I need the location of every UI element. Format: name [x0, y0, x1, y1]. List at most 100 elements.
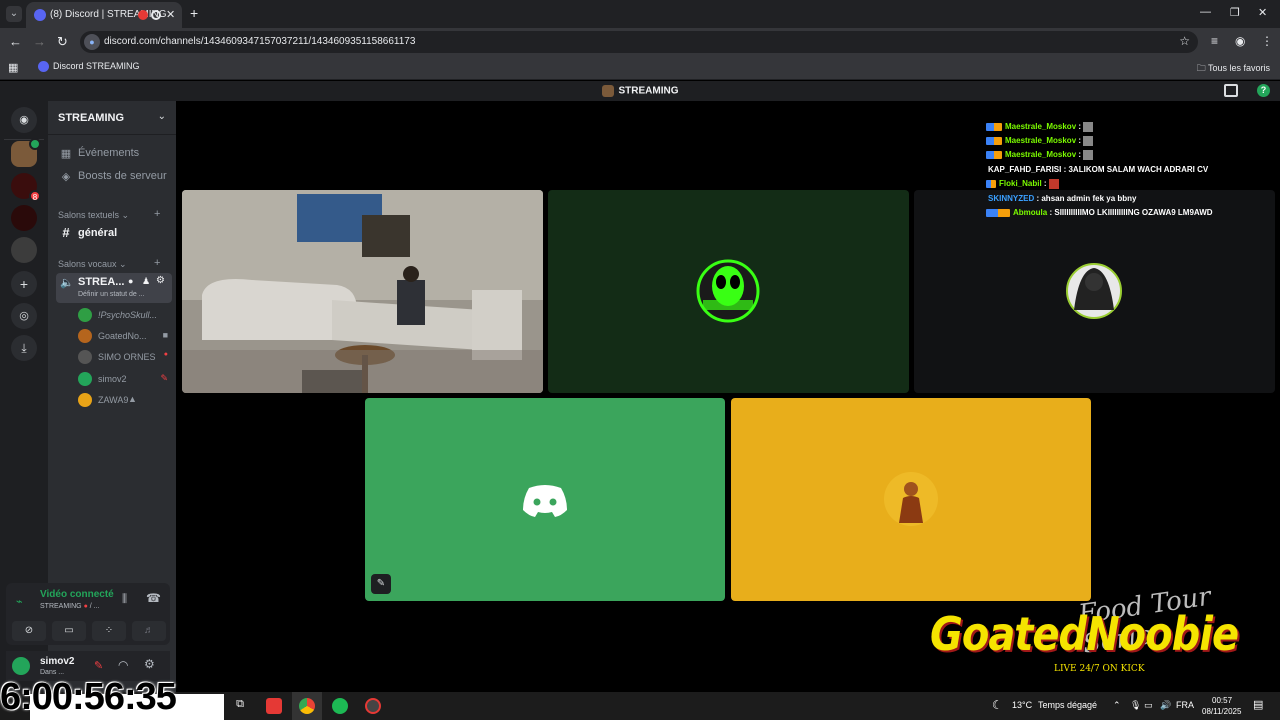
voice-connected-sub[interactable]: STREAMING ● / ...: [40, 603, 100, 610]
reload-icon[interactable]: ↻: [57, 34, 68, 50]
video-tile-alien-avatar[interactable]: [548, 190, 909, 393]
browser-tab[interactable]: (8) Discord | STREAMING ✕: [26, 2, 182, 28]
site-info-icon[interactable]: ●: [84, 34, 100, 50]
camera-off-button[interactable]: ⊘: [12, 621, 46, 641]
download-icon[interactable]: ⤓: [11, 335, 37, 361]
voice-user[interactable]: !PsychoSkull...: [76, 306, 172, 326]
channel-general[interactable]: # général: [56, 224, 172, 244]
speaker-icon: 🔈: [60, 277, 74, 289]
apps-grid-icon[interactable]: ▦: [8, 61, 18, 74]
voice-user[interactable]: ZAWA9 ▲: [76, 391, 172, 411]
chat-username: Floki_Nabil: [999, 179, 1042, 189]
voice-status-text[interactable]: Définir un statut de ...: [78, 291, 145, 298]
bookmark-discord-streaming[interactable]: Discord STREAMING: [38, 61, 140, 73]
signal-icon[interactable]: ⌁: [16, 595, 23, 608]
activities-button[interactable]: ⁘: [92, 621, 126, 641]
tray-chevron-icon[interactable]: ⌃: [1113, 700, 1121, 711]
user-name[interactable]: simov2: [40, 656, 74, 667]
tab-search-chevron-icon[interactable]: ⌄: [6, 6, 22, 22]
recorder-icon[interactable]: [365, 698, 381, 714]
mic-tray-icon[interactable]: 🎙: [1130, 700, 1141, 711]
events-item[interactable]: ▦ Événements: [56, 144, 172, 164]
voice-user[interactable]: simov2 ✎: [76, 370, 172, 390]
new-tab-plus-icon[interactable]: +: [190, 5, 198, 21]
voice-user[interactable]: SIMO ORNES ●: [76, 348, 172, 368]
spotify-icon[interactable]: [332, 698, 348, 714]
chat-badges-icon: [986, 208, 1010, 217]
volume-icon[interactable]: 🔊: [1160, 700, 1171, 711]
screen-share-button[interactable]: ▭: [52, 621, 86, 641]
mic-muted-icon[interactable]: ✎: [94, 659, 103, 672]
alien-avatar-image: [696, 259, 760, 323]
voice-channel-streaming[interactable]: 🔈 STREA... Définir un statut de ... ● ♟ …: [56, 273, 172, 303]
discord-home-icon[interactable]: ◉: [11, 107, 37, 133]
invite-user-icon[interactable]: ♟: [142, 276, 150, 287]
add-voice-channel-icon[interactable]: +: [154, 257, 160, 269]
clock-date[interactable]: 08/11/2025: [1202, 707, 1241, 716]
minimize-icon[interactable]: —: [1200, 6, 1211, 18]
video-tile-camera[interactable]: [182, 190, 543, 393]
voice-channel-label: STREA...: [78, 276, 125, 288]
user-status[interactable]: Dans ...: [40, 669, 64, 676]
video-tile-simov2[interactable]: ✎: [365, 398, 725, 601]
chat-username: Maestrale_Moskov: [1005, 136, 1077, 146]
soundboard-button[interactable]: ♬: [132, 621, 166, 641]
server-header[interactable]: STREAMING ⌄: [48, 101, 176, 135]
muted-mic-icon: ✎: [371, 574, 391, 594]
language-indicator[interactable]: FRA: [1176, 700, 1194, 710]
notifications-icon[interactable]: ▤: [1253, 698, 1263, 711]
settings-gear-icon[interactable]: ⚙: [156, 275, 165, 286]
media-controls-icon[interactable]: ≡: [1211, 34, 1218, 48]
weather-temperature[interactable]: 13°C: [1012, 700, 1032, 710]
inbox-icon[interactable]: [1224, 84, 1238, 97]
chat-bubble-icon[interactable]: ●: [128, 276, 133, 286]
add-text-channel-icon[interactable]: +: [154, 208, 160, 220]
guild-server-3[interactable]: [11, 205, 37, 231]
guild-server-4[interactable]: [11, 237, 37, 263]
help-icon[interactable]: ?: [1257, 84, 1270, 97]
text-category[interactable]: Salons textuels ⌄ +: [58, 208, 160, 221]
window-close-icon[interactable]: ✕: [1258, 6, 1267, 19]
noise-suppression-icon[interactable]: ⫼: [122, 593, 127, 606]
bookmark-star-icon[interactable]: ☆: [1179, 34, 1190, 48]
omnibox[interactable]: ● discord.com/channels/14346093471570372…: [80, 31, 1198, 53]
discord-favicon-icon: [34, 9, 46, 21]
tab-close-icon[interactable]: ✕: [166, 8, 175, 21]
profile-icon[interactable]: ◉: [1235, 34, 1245, 48]
voice-user[interactable]: GoatedNo... ■: [76, 327, 172, 347]
voice-connected-label[interactable]: Vidéo connecté: [40, 589, 114, 600]
moon-weather-icon[interactable]: ☾: [992, 698, 1003, 712]
discover-compass-icon[interactable]: ◎: [11, 303, 37, 329]
guild-streaming[interactable]: [11, 138, 41, 167]
voice-user-name: !PsychoSkull...: [98, 310, 158, 320]
kebab-menu-icon[interactable]: ⋮: [1261, 34, 1273, 48]
avatar: [78, 308, 92, 322]
forward-arrow-icon[interactable]: →: [33, 34, 46, 49]
add-server-icon[interactable]: +: [11, 271, 37, 297]
all-favorites[interactable]: 🗀 Tous les favoris: [1197, 61, 1270, 77]
url-text[interactable]: discord.com/channels/1434609347157037211…: [104, 36, 415, 47]
back-arrow-icon[interactable]: ←: [9, 34, 22, 49]
weather-description[interactable]: Temps dégagé: [1038, 700, 1097, 710]
boosts-item[interactable]: ◈ Boosts de serveur: [56, 167, 172, 187]
discord-top-title: STREAMING: [0, 85, 1280, 97]
discord-title-bar: STREAMING ?: [0, 81, 1280, 101]
voice-connection-panel: ⌁ Vidéo connecté STREAMING ● / ... ⫼ ☎ ⊘…: [6, 583, 170, 645]
guild-server-2[interactable]: 8: [11, 173, 41, 202]
app-red-icon[interactable]: [266, 698, 282, 714]
network-icon[interactable]: ▭: [1144, 700, 1153, 711]
user-avatar[interactable]: [12, 657, 30, 675]
user-settings-gear-icon[interactable]: ⚙: [144, 657, 155, 671]
restore-icon[interactable]: ❐: [1230, 6, 1240, 19]
chrome-icon[interactable]: [299, 698, 315, 714]
task-view-icon[interactable]: ⧉: [232, 698, 248, 714]
voice-category[interactable]: Salons vocaux ⌄ +: [58, 257, 160, 270]
server-name: STREAMING: [58, 112, 124, 124]
voice-user-name: simov2: [98, 374, 127, 384]
mention-badge: 8: [29, 190, 41, 202]
video-tile-zawa9[interactable]: [731, 398, 1091, 601]
chevron-down-icon[interactable]: ⌄: [158, 111, 166, 122]
headset-icon[interactable]: ◠: [118, 658, 128, 672]
clock-time[interactable]: 00:57: [1212, 696, 1232, 705]
disconnect-icon[interactable]: ☎: [146, 591, 161, 605]
